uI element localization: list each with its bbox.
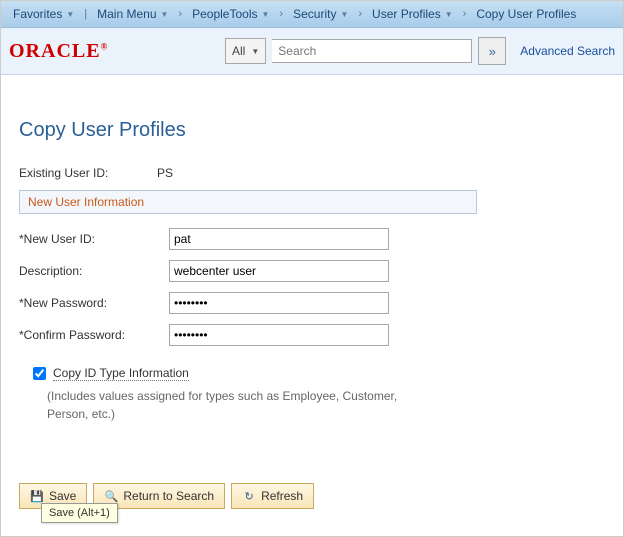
new-password-input[interactable]: [169, 292, 389, 314]
crumb-arrow-icon: ›: [178, 8, 182, 20]
crumb-user-profiles[interactable]: User Profiles ▼: [366, 5, 459, 23]
section-header: New User Information: [19, 190, 477, 214]
copy-id-type-hint: (Includes values assigned for types such…: [47, 387, 407, 423]
new-password-label: *New Password:: [19, 296, 169, 310]
chevron-down-icon: ▼: [66, 10, 74, 19]
refresh-button[interactable]: ↻ Refresh: [231, 483, 314, 509]
crumb-label: Copy User Profiles: [476, 7, 576, 21]
crumb-peopletools[interactable]: PeopleTools ▼: [186, 5, 275, 23]
crumb-security[interactable]: Security ▼: [287, 5, 354, 23]
existing-user-value: PS: [157, 166, 173, 180]
crumb-label: Security: [293, 7, 336, 21]
search-scope-label: All: [232, 44, 245, 58]
breadcrumb: Favorites ▼ | Main Menu ▼ › PeopleTools …: [1, 1, 623, 28]
header-bar: ORACLE® All ▼ » Advanced Search: [1, 28, 623, 75]
confirm-password-label: *Confirm Password:: [19, 328, 169, 342]
crumb-current: Copy User Profiles: [470, 5, 582, 23]
chevron-down-icon: ▼: [251, 47, 259, 56]
search-go-button[interactable]: »: [478, 37, 506, 65]
page-title: Copy User Profiles: [19, 119, 605, 142]
crumb-label: User Profiles: [372, 7, 441, 21]
crumb-label: PeopleTools: [192, 7, 257, 21]
double-chevron-icon: »: [489, 44, 496, 59]
search-icon: 🔍: [104, 489, 118, 503]
chevron-down-icon: ▼: [340, 10, 348, 19]
crumb-label: Main Menu: [97, 7, 156, 21]
save-button-label: Save: [49, 489, 76, 503]
crumb-arrow-icon: ›: [463, 8, 467, 20]
existing-user-label: Existing User ID:: [19, 166, 139, 180]
save-icon: 💾: [30, 489, 44, 503]
advanced-search-link[interactable]: Advanced Search: [520, 44, 615, 58]
chevron-down-icon: ▼: [161, 10, 169, 19]
refresh-button-label: Refresh: [261, 489, 303, 503]
confirm-password-input[interactable]: [169, 324, 389, 346]
search-input[interactable]: [272, 39, 472, 63]
crumb-arrow-icon: ›: [279, 8, 283, 20]
refresh-icon: ↻: [242, 489, 256, 503]
return-button-label: Return to Search: [123, 489, 214, 503]
search-scope-select[interactable]: All ▼: [225, 38, 266, 64]
favorites-menu[interactable]: Favorites ▼: [7, 5, 80, 23]
new-user-id-input[interactable]: [169, 228, 389, 250]
crumb-arrow-icon: ›: [358, 8, 362, 20]
copy-id-type-label[interactable]: Copy ID Type Information: [53, 366, 189, 381]
copy-id-type-checkbox[interactable]: [33, 367, 46, 380]
save-tooltip: Save (Alt+1): [41, 503, 118, 523]
chevron-down-icon: ▼: [445, 10, 453, 19]
crumb-main-menu[interactable]: Main Menu ▼: [91, 5, 174, 23]
oracle-logo: ORACLE®: [9, 40, 108, 63]
description-label: Description:: [19, 264, 169, 278]
description-input[interactable]: [169, 260, 389, 282]
separator: |: [84, 8, 87, 20]
favorites-label: Favorites: [13, 7, 62, 21]
main-content: Copy User Profiles Existing User ID: PS …: [1, 75, 623, 533]
chevron-down-icon: ▼: [262, 10, 270, 19]
new-user-id-label: *New User ID:: [19, 232, 169, 246]
